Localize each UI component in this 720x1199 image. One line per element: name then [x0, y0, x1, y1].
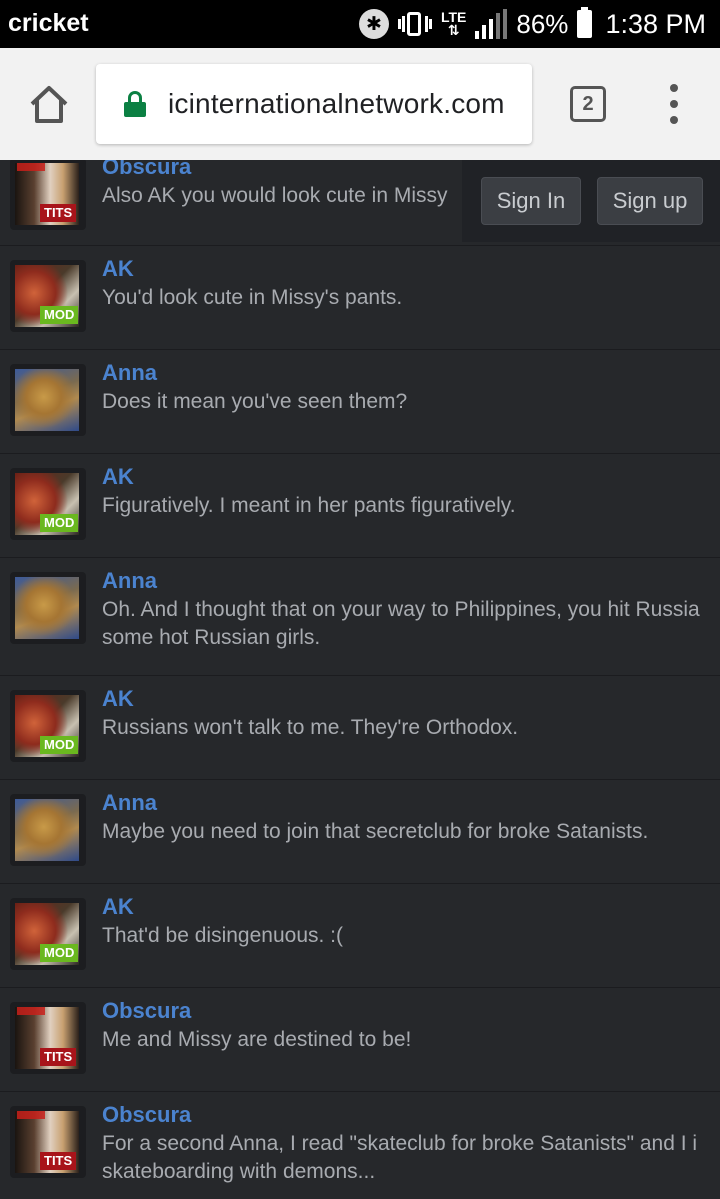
message-username[interactable]: Anna: [102, 790, 157, 816]
user-avatar[interactable]: TITS: [10, 1106, 86, 1178]
vibrate-icon: [397, 9, 432, 39]
user-badge: TITS: [40, 204, 77, 222]
message-text: skateboarding with demons...: [102, 1160, 376, 1183]
user-avatar[interactable]: [10, 364, 86, 436]
user-avatar[interactable]: MOD: [10, 690, 86, 762]
moderator-badge: MOD: [40, 514, 79, 532]
battery-percent: 86%: [516, 8, 569, 39]
user-badge: TITS: [40, 1152, 77, 1170]
moderator-badge: MOD: [40, 944, 79, 962]
user-avatar[interactable]: MOD: [10, 260, 86, 332]
moderator-badge: MOD: [40, 736, 79, 754]
chat-message: MOD AK Figuratively. I meant in her pants …: [0, 454, 720, 558]
user-avatar[interactable]: [10, 572, 86, 644]
message-username[interactable]: Anna: [102, 360, 157, 386]
status-icons: ✱ LTE ⇅ 86% 1:38 PM: [358, 6, 706, 42]
chat-message: Anna Oh. And I thought that on your way t…: [0, 558, 720, 676]
message-text: That'd be disingenuous. :(: [102, 924, 343, 947]
browser-toolbar: icinternationalnetwork.com 2: [0, 48, 720, 160]
message-text: Me and Missy are destined to be!: [102, 1028, 412, 1051]
lte-icon: LTE ⇅: [440, 9, 467, 38]
avatar-image: [15, 577, 79, 639]
user-avatar[interactable]: TITS: [10, 1002, 86, 1074]
message-text: Russians won't talk to me. They're Ortho…: [102, 716, 519, 739]
home-icon[interactable]: [28, 84, 70, 124]
chat-message: MOD AK Russians won't talk to me. They're …: [0, 676, 720, 780]
message-username[interactable]: AK: [102, 686, 134, 712]
message-username[interactable]: AK: [102, 256, 134, 282]
message-text: some hot Russian girls.: [102, 626, 321, 649]
chat-message: Anna Does it mean you've seen them?: [0, 350, 720, 454]
message-text: Oh. And I thought that on your way to Ph…: [102, 598, 700, 621]
battery-icon: [577, 7, 593, 38]
sign-up-button[interactable]: Sign up: [597, 177, 703, 225]
message-username[interactable]: Anna: [102, 568, 157, 594]
message-username[interactable]: Obscura: [102, 1102, 191, 1128]
message-username[interactable]: Obscura: [102, 160, 191, 180]
chat-message: TITS Obscura Me and Missy are destined to …: [0, 988, 720, 1092]
signal-icon: [475, 9, 508, 39]
clock: 1:38 PM: [605, 8, 706, 39]
user-avatar[interactable]: [10, 794, 86, 866]
more-menu-icon[interactable]: [664, 84, 684, 124]
avatar-image: [15, 799, 79, 861]
message-username[interactable]: AK: [102, 464, 134, 490]
sign-in-button[interactable]: Sign In: [481, 177, 581, 225]
user-avatar[interactable]: MOD: [10, 468, 86, 540]
chat-message: Anna Maybe you need to join that secretcl…: [0, 780, 720, 884]
lock-icon: [124, 91, 146, 117]
status-bar: cricket ✱ LTE ⇅ 86% 1:38 PM: [0, 0, 720, 48]
user-avatar[interactable]: TITS: [10, 160, 86, 230]
address-bar[interactable]: icinternationalnetwork.com: [96, 64, 532, 144]
auth-bar: Sign In Sign up: [462, 160, 720, 242]
message-text: You'd look cute in Missy's pants.: [102, 286, 403, 309]
moderator-badge: MOD: [40, 306, 79, 324]
chat-message: TITS Obscura For a second Anna, I read "sk…: [0, 1092, 720, 1199]
message-text: Does it mean you've seen them?: [102, 390, 408, 413]
message-username[interactable]: Obscura: [102, 998, 191, 1024]
message-text: Also AK you would look cute in Missy: [102, 184, 448, 207]
url-text: icinternationalnetwork.com: [168, 88, 505, 119]
user-avatar[interactable]: MOD: [10, 898, 86, 970]
chat-message: MOD AK That'd be disingenuous. :(: [0, 884, 720, 988]
chat-log: TITS Obscura Also AK you would look cute i…: [0, 160, 720, 1199]
carrier-name: cricket: [8, 9, 89, 37]
message-text: For a second Anna, I read "skateclub for…: [102, 1132, 698, 1155]
chat-message: MOD AK You'd look cute in Missy's pants.: [0, 246, 720, 350]
message-text: Maybe you need to join that secretclub f…: [102, 820, 649, 843]
message-username[interactable]: AK: [102, 894, 134, 920]
bluetooth-icon: ✱: [358, 9, 389, 39]
avatar-image: [15, 369, 79, 431]
tab-switcher-button[interactable]: 2: [570, 86, 606, 122]
message-text: Figuratively. I meant in her pants figur…: [102, 494, 516, 517]
user-badge: TITS: [40, 1048, 77, 1066]
